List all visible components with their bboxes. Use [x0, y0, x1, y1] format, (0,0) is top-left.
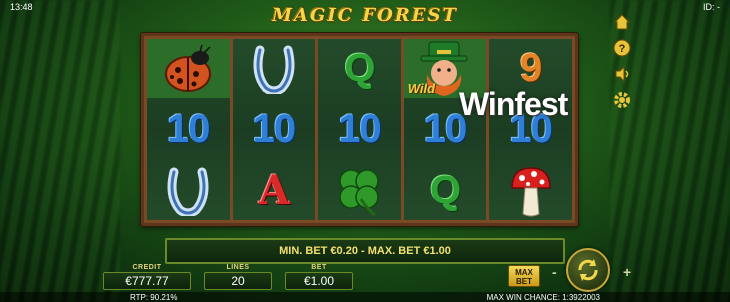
reel-grid: 10 10 A Q 10 Wild 10 Q 9 10 — [141, 33, 578, 226]
lines-value[interactable]: 20 — [204, 272, 272, 290]
lines-display: LINES 20 — [204, 264, 272, 292]
lines-label: LINES — [226, 264, 250, 271]
reel-cell — [233, 39, 316, 98]
symbol-ten: 10 — [252, 107, 296, 151]
session-id: ID: - — [703, 2, 720, 12]
reel-cell: 10 — [233, 100, 316, 159]
credit-value: €777.77 — [103, 272, 191, 290]
decrease-bet-button[interactable]: - — [552, 264, 557, 280]
increase-bet-button[interactable]: + — [623, 264, 631, 280]
sound-icon[interactable] — [612, 64, 632, 84]
ladybug-icon — [165, 44, 212, 92]
max-win-text: MAX WIN CHANCE: 1:3922003 — [486, 292, 600, 302]
footer-bar: RTP: 90.21% MAX WIN CHANCE: 1:3922003 — [0, 292, 730, 302]
casino-watermark: Winfest — [459, 86, 568, 122]
clock: 13:48 — [10, 2, 33, 12]
svg-text:?: ? — [619, 43, 626, 55]
reel-cell — [489, 161, 572, 220]
symbol-nine: 9 — [520, 46, 542, 90]
reel-3: Q 10 — [318, 39, 401, 220]
home-icon[interactable] — [612, 12, 632, 32]
symbol-queen: Q — [344, 46, 375, 90]
reel-cell — [147, 39, 230, 98]
wild-label: Wild — [407, 81, 436, 96]
rtp-text: RTP: 90.21% — [130, 292, 178, 302]
mushroom-icon — [510, 166, 551, 216]
reel-cell — [147, 161, 230, 220]
symbol-ace: A — [258, 167, 290, 214]
max-bet-line2: BET — [516, 277, 532, 286]
reel-cell: A — [233, 161, 316, 220]
bet-value[interactable]: €1.00 — [285, 272, 353, 290]
side-menu: ? — [612, 12, 632, 110]
symbol-ten: 10 — [338, 107, 381, 151]
game-title: MAGIC FOREST — [272, 5, 458, 26]
reel-cell: Q — [318, 39, 401, 98]
symbol-queen: Q — [430, 168, 461, 212]
reel-cell: 10 — [147, 100, 230, 159]
horseshoe-icon — [167, 167, 209, 216]
bet-label: BET — [311, 264, 327, 271]
credit-display: CREDIT €777.77 — [103, 264, 191, 292]
credit-label: CREDIT — [132, 264, 162, 271]
spin-arrows-icon — [578, 259, 598, 281]
horseshoe-icon — [253, 45, 295, 94]
reel-1: 10 — [147, 39, 230, 220]
reel-cell: 10 — [318, 100, 401, 159]
reel-cell: Q — [404, 161, 487, 220]
help-icon[interactable]: ? — [612, 38, 632, 58]
reel-2: 10 A — [232, 39, 316, 220]
bet-limits-message: MIN. BET €0.20 - MAX. BET €1.00 — [165, 238, 565, 264]
symbol-ten: 10 — [167, 107, 210, 151]
settings-icon[interactable] — [612, 90, 632, 110]
max-bet-line1: MAX — [515, 268, 533, 277]
reel-cell — [318, 161, 401, 220]
reel-5: 9 10 — [489, 39, 572, 220]
clover-icon — [339, 168, 380, 216]
reel-4: Wild 10 Q — [403, 39, 487, 220]
max-bet-button[interactable]: MAX BET — [508, 265, 540, 287]
bet-display: BET €1.00 — [285, 264, 353, 292]
spin-button[interactable] — [566, 248, 610, 292]
